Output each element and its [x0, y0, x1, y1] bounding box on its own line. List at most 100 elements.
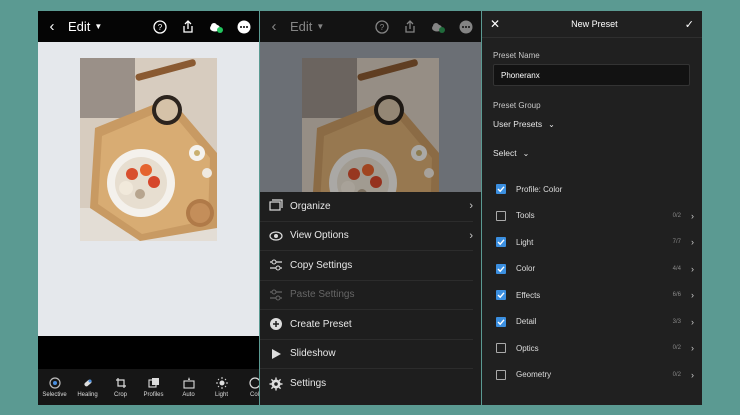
option-label: Light	[516, 237, 534, 247]
back-arrow-icon[interactable]: ‹	[40, 18, 64, 35]
dim-overlay	[260, 42, 481, 192]
tool-light[interactable]: Light	[205, 369, 238, 405]
option-label: Color	[516, 264, 536, 273]
option-label: Geometry	[516, 370, 552, 379]
chevron-right-icon[interactable]: ›	[691, 211, 694, 221]
back-arrow-icon[interactable]: ‹	[262, 18, 286, 35]
option-row-geometry[interactable]: Geometry 0/2 ›	[496, 368, 694, 382]
page-title: New Preset	[571, 19, 618, 29]
organize-icon	[269, 199, 283, 213]
photo	[80, 58, 217, 241]
chevron-right-icon[interactable]: ›	[691, 317, 694, 327]
chevron-right-icon[interactable]: ›	[691, 290, 694, 300]
menu-label: Create Preset	[290, 318, 352, 330]
menu-item-paste-settings: Paste Settings	[260, 281, 473, 310]
tool-color[interactable]: Col	[238, 369, 259, 405]
option-count: 0/2	[672, 345, 681, 351]
cloud-sync-icon[interactable]	[209, 20, 223, 34]
crop-icon	[115, 377, 126, 388]
more-icon[interactable]	[237, 20, 251, 34]
select-label: Select	[493, 148, 517, 158]
option-count: 0/2	[672, 212, 681, 219]
chevron-right-icon[interactable]: ›	[691, 264, 694, 274]
tool-profiles[interactable]: Profiles	[137, 369, 170, 405]
menu-label: Settings	[290, 378, 327, 390]
checkbox[interactable]	[496, 290, 506, 300]
edit-dropdown[interactable]: Edit ▼	[290, 19, 324, 34]
menu-item-slideshow[interactable]: Slideshow	[260, 340, 473, 369]
chevron-right-icon[interactable]: ›	[691, 237, 694, 247]
checkbox[interactable]	[496, 184, 506, 194]
cloud-sync-icon[interactable]	[431, 20, 445, 34]
option-row-detail[interactable]: Detail 3/3 ›	[496, 315, 694, 329]
filmstrip-area	[38, 336, 259, 369]
preset-group-value: User Presets	[493, 119, 543, 129]
paste-settings-icon	[269, 288, 283, 302]
help-icon[interactable]: ?	[375, 19, 389, 34]
checkbox[interactable]	[496, 210, 506, 221]
menu-label: Paste Settings	[290, 289, 355, 301]
option-row-color[interactable]: Color 4/4 ›	[496, 262, 694, 276]
option-row-profile-color[interactable]: Profile: Color	[496, 182, 694, 196]
tool-selective[interactable]: Selective	[38, 369, 71, 405]
help-icon[interactable]: ?	[153, 19, 167, 34]
option-label: Profile: Color	[516, 184, 563, 194]
close-icon[interactable]: ✕	[490, 17, 504, 31]
tool-label: Healing	[77, 391, 98, 398]
tool-healing[interactable]: Healing	[71, 369, 104, 405]
tool-label: Profiles	[143, 391, 164, 398]
option-label: Tools	[516, 211, 535, 220]
copy-settings-icon	[269, 258, 283, 272]
light-icon	[215, 376, 228, 389]
menu-item-settings[interactable]: Settings	[260, 369, 473, 399]
share-icon[interactable]	[403, 19, 417, 34]
more-icon[interactable]	[459, 20, 473, 34]
tool-label: Col	[249, 391, 259, 398]
edit-toolbar: Selective Healing Crop Profiles Auto Lig…	[38, 369, 259, 405]
option-row-tools[interactable]: Tools 0/2 ›	[496, 209, 694, 223]
option-row-optics[interactable]: Optics 0/2 ›	[496, 341, 694, 355]
checkbox[interactable]	[496, 263, 506, 274]
chevron-right-icon[interactable]: ›	[691, 370, 694, 380]
checkbox[interactable]	[496, 316, 506, 327]
tool-label: Auto	[182, 391, 195, 398]
option-label: Detail	[516, 317, 537, 326]
checkbox[interactable]	[496, 343, 506, 353]
menu-item-create-preset[interactable]: Create Preset	[260, 310, 473, 340]
tool-label: Selective	[42, 391, 67, 398]
edit-dropdown[interactable]: Edit ▼	[68, 19, 102, 34]
preset-name-label: Preset Name	[493, 51, 540, 60]
checkbox[interactable]	[496, 237, 506, 247]
edit-title: Edit	[290, 19, 313, 34]
tool-auto[interactable]: Auto	[172, 369, 205, 405]
tool-crop[interactable]: Crop	[104, 369, 137, 405]
preset-group-dropdown[interactable]: User Presets ⌄	[493, 119, 555, 129]
menu-item-view-options[interactable]: View Options ›	[260, 222, 473, 251]
top-bar: ‹ Edit ▼ ?	[260, 11, 481, 42]
svg-text:?: ?	[158, 23, 163, 32]
option-count: 4/4	[672, 265, 681, 272]
profiles-icon	[147, 377, 159, 388]
menu-label: Copy Settings	[290, 259, 353, 271]
preset-name-input[interactable]: Phoneranx	[493, 64, 690, 86]
chevron-right-icon[interactable]: ›	[691, 343, 694, 353]
caret-down-icon: ▼	[316, 22, 325, 31]
select-dropdown[interactable]: Select ⌄	[493, 148, 529, 158]
auto-icon	[182, 376, 195, 389]
chevron-right-icon: ›	[469, 200, 473, 213]
option-row-effects[interactable]: Effects 6/6 ›	[496, 288, 694, 302]
more-menu: Organize › View Options › Copy Settings …	[260, 192, 481, 405]
option-count: 0/2	[672, 371, 681, 378]
checkbox[interactable]	[496, 369, 506, 380]
option-count: 6/6	[672, 292, 681, 298]
healing-icon	[83, 379, 92, 386]
confirm-check-icon[interactable]: ✓	[685, 18, 694, 31]
share-icon[interactable]	[181, 19, 195, 34]
menu-item-copy-settings[interactable]: Copy Settings	[260, 251, 473, 281]
caret-down-icon: ▼	[94, 22, 103, 31]
option-row-light[interactable]: Light 7/7 ›	[496, 235, 694, 249]
edit-title: Edit	[68, 19, 91, 34]
menu-item-organize[interactable]: Organize ›	[260, 192, 473, 222]
settings-icon	[269, 377, 283, 391]
option-count: 7/7	[672, 239, 681, 245]
